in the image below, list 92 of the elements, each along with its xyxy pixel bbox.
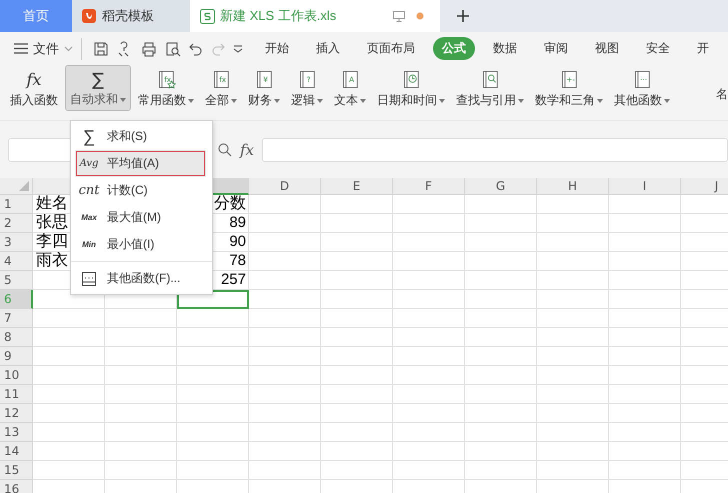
table-cell: 89	[229, 214, 246, 231]
row-header[interactable]: 16	[0, 480, 33, 493]
spreadsheet-icon	[200, 8, 215, 24]
ribbon-tab[interactable]: 视图	[586, 37, 628, 60]
ribbon-button[interactable]: ? 逻辑	[287, 65, 327, 111]
ribbon-button[interactable]: ¥ 财务	[244, 65, 284, 111]
menu-item[interactable]: 其他函数(F)...	[71, 265, 212, 292]
caret-icon	[439, 98, 445, 102]
ribbon-button[interactable]: 日期和时间	[373, 65, 449, 111]
ribbon-button[interactable]: fx 常用函数	[134, 65, 198, 111]
ribbon-tab[interactable]: 审阅	[535, 37, 577, 60]
column-header[interactable]: D	[249, 178, 321, 195]
document-tab[interactable]: 新建 XLS 工作表.xls	[190, 0, 440, 32]
undo-icon[interactable]	[189, 42, 203, 56]
flame-icon	[82, 9, 96, 23]
monitor-icon[interactable]	[393, 10, 405, 22]
search-icon[interactable]	[218, 142, 232, 156]
row-header[interactable]: 5	[0, 271, 33, 290]
ribbon-tab[interactable]: 开始	[256, 37, 298, 60]
row-header[interactable]: 9	[0, 347, 33, 366]
caret-icon	[231, 98, 237, 102]
row-header[interactable]: 14	[0, 442, 33, 461]
row-header[interactable]: 1	[0, 195, 33, 214]
menu-item[interactable]: Avg 平均值(A)	[75, 150, 206, 177]
caret-icon	[120, 98, 126, 102]
caret-icon	[664, 98, 670, 102]
ribbon-button[interactable]: fx 全部	[201, 65, 241, 111]
column-header[interactable]: F	[393, 178, 465, 195]
row-header[interactable]: 4	[0, 252, 33, 271]
column-header[interactable]: J	[681, 178, 728, 195]
formula-input[interactable]	[262, 138, 728, 162]
sigma-icon: ∑	[79, 126, 99, 146]
caret-icon	[188, 98, 194, 102]
column-header[interactable]: G	[465, 178, 537, 195]
table-cell: 分数	[214, 195, 246, 212]
function-icon: fx	[20, 69, 48, 90]
menu-item[interactable]: Min 最小值(I)	[71, 231, 212, 258]
ribbon-button[interactable]: 名	[712, 65, 728, 111]
column-header[interactable]: H	[537, 178, 609, 195]
function-label[interactable]: fx	[240, 140, 254, 158]
menu-icon	[14, 43, 28, 54]
table-cell: 张思	[36, 214, 68, 231]
row-header[interactable]: 2	[0, 214, 33, 233]
caret-icon	[64, 46, 73, 52]
save-icon[interactable]	[93, 40, 109, 56]
row-header[interactable]: 15	[0, 461, 33, 480]
table-cell: 90	[229, 233, 246, 250]
unsaved-dot-icon	[416, 12, 424, 20]
row-header[interactable]: 8	[0, 328, 33, 347]
print-preview-icon[interactable]	[165, 40, 181, 56]
table-cell: 姓名	[36, 195, 68, 212]
menu-item[interactable]: ∑ 求和(S)	[71, 123, 212, 150]
ribbon-button[interactable]: +- 数学和三角	[531, 65, 607, 111]
column-header[interactable]: E	[321, 178, 393, 195]
customize-caret-icon[interactable]	[233, 44, 243, 52]
table-cell: 257	[220, 271, 246, 288]
row-header[interactable]: 10	[0, 366, 33, 385]
caret-icon	[360, 98, 366, 102]
row-header[interactable]: 3	[0, 233, 33, 252]
average-icon: Avg	[79, 158, 99, 169]
table-cell: 78	[229, 252, 246, 269]
caret-icon	[597, 98, 603, 102]
function-glyph-icon: Min	[79, 240, 99, 249]
count-icon: cnt	[79, 183, 99, 198]
row-header[interactable]: 11	[0, 385, 33, 404]
ribbon-tab[interactable]: 页面布局	[358, 37, 424, 60]
row-header[interactable]: 12	[0, 404, 33, 423]
ribbon-button[interactable]: fx 插入函数	[6, 65, 62, 111]
caret-icon	[274, 98, 280, 102]
ribbon-tab[interactable]: 开	[688, 37, 718, 60]
more-functions-icon	[79, 270, 99, 286]
file-menu-button[interactable]: 文件	[14, 40, 73, 58]
row-header[interactable]: 7	[0, 309, 33, 328]
ribbon-tab[interactable]: 安全	[637, 37, 679, 60]
row-header[interactable]: 13	[0, 423, 33, 442]
new-tab-icon[interactable]	[456, 9, 470, 23]
menu-item[interactable]: Max 最大值(M)	[71, 204, 212, 231]
ribbon-button[interactable]: A 文本	[330, 65, 370, 111]
menu-item[interactable]: cnt 计数(C)	[71, 177, 212, 204]
sigma-icon: ∑	[84, 70, 112, 89]
caret-icon	[518, 98, 524, 102]
ribbon-button[interactable]: 查找与引用	[452, 65, 528, 111]
template-tab[interactable]: 稻壳模板	[72, 0, 190, 32]
ribbon-button[interactable]: ∑ 自动求和	[65, 65, 131, 111]
caret-icon	[317, 98, 323, 102]
print-icon[interactable]	[141, 40, 157, 56]
function-glyph-icon: Max	[79, 213, 99, 222]
ribbon-tab[interactable]: 插入	[307, 37, 349, 60]
column-header[interactable]: I	[609, 178, 681, 195]
ribbon-button[interactable]: ··· 其他函数	[610, 65, 674, 111]
table-cell: 李四	[36, 233, 68, 250]
ribbon-tab[interactable]: 数据	[484, 37, 526, 60]
